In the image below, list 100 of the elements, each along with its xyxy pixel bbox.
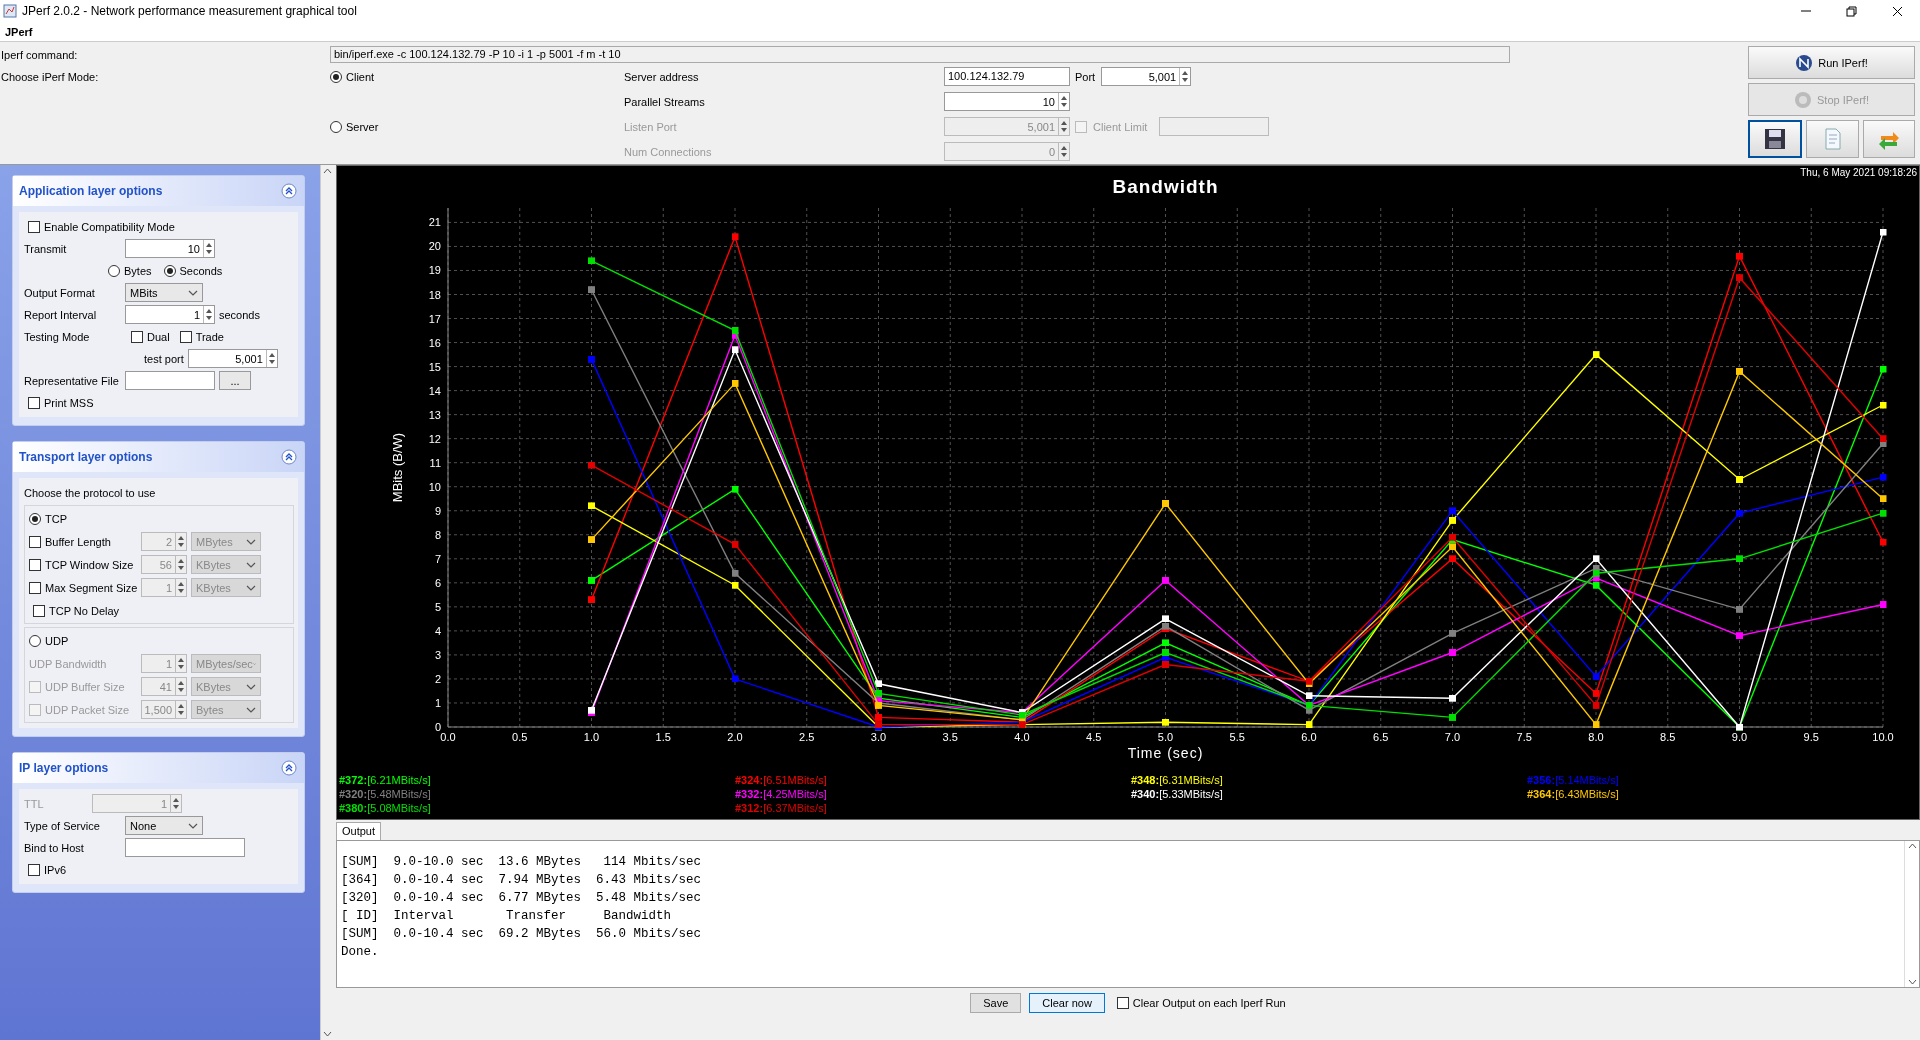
x-tick-label: 3.5 bbox=[942, 731, 958, 743]
radio-label[interactable]: UDP bbox=[45, 634, 69, 647]
checkbox[interactable] bbox=[179, 330, 192, 343]
spinner-field[interactable]: 1 bbox=[125, 305, 215, 324]
dropdown[interactable]: None bbox=[125, 816, 203, 835]
field-label: Max Segment Size bbox=[45, 581, 137, 594]
checkbox[interactable] bbox=[29, 535, 41, 548]
x-tick-label: 2.5 bbox=[799, 731, 815, 743]
checkbox-label[interactable]: Trade bbox=[195, 330, 224, 343]
save-icon bbox=[1763, 127, 1788, 151]
checkbox-label[interactable]: TCP No Delay bbox=[49, 604, 120, 617]
command-field[interactable]: bin/iperf.exe -c 100.124.132.79 -P 10 -i 1 -p 5001 -f m -t 10 bbox=[330, 46, 1510, 63]
output-tab[interactable]: Output bbox=[336, 822, 382, 840]
radio-button[interactable] bbox=[29, 634, 41, 647]
checkbox-label[interactable]: Dual bbox=[147, 330, 170, 343]
y-tick-label: 1 bbox=[434, 696, 441, 709]
checkbox[interactable] bbox=[29, 581, 41, 594]
checkbox[interactable] bbox=[28, 396, 40, 409]
y-tick-label: 12 bbox=[428, 432, 441, 445]
scrollbar[interactable] bbox=[320, 165, 333, 1040]
collapse-icon[interactable] bbox=[281, 183, 297, 199]
file-field[interactable] bbox=[125, 371, 215, 390]
checkbox[interactable] bbox=[28, 220, 40, 233]
field-label: TCP Window Size bbox=[45, 558, 135, 571]
caret-icon bbox=[246, 538, 256, 545]
caret-icon bbox=[246, 584, 256, 591]
scroll-down-icon[interactable] bbox=[1907, 979, 1917, 985]
checkbox[interactable] bbox=[131, 330, 143, 343]
close-icon[interactable] bbox=[1891, 5, 1903, 17]
y-tick-label: 10 bbox=[428, 480, 441, 493]
checkbox[interactable] bbox=[1116, 997, 1129, 1009]
radio-label[interactable]: TCP bbox=[45, 512, 67, 525]
field-label: UDP Buffer Size bbox=[45, 680, 126, 693]
x-tick-label: 9.5 bbox=[1803, 731, 1819, 743]
spinner-field[interactable]: 5,001 bbox=[1101, 67, 1192, 86]
output-button[interactable]: Clear now bbox=[1029, 993, 1105, 1013]
collapse-icon[interactable] bbox=[281, 449, 297, 465]
restore-icon[interactable] bbox=[1845, 5, 1857, 17]
x-tick-label: 2.0 bbox=[727, 731, 743, 743]
dropdown[interactable]: MBits bbox=[125, 283, 203, 302]
caret-icon bbox=[246, 561, 256, 568]
scroll-down-icon[interactable] bbox=[322, 1031, 332, 1037]
radio-button[interactable] bbox=[330, 70, 342, 83]
window-title: JPerf 2.0.2 - Network performance measurement graphical tool bbox=[22, 4, 358, 18]
x-tick-label: 9.0 bbox=[1731, 731, 1748, 743]
radio-button[interactable] bbox=[330, 120, 342, 133]
checkbox-label[interactable]: IPv6 bbox=[44, 863, 66, 876]
text-field[interactable] bbox=[125, 838, 245, 857]
checkbox-label[interactable]: Clear Output on each Iperf Run bbox=[1132, 997, 1286, 1009]
radio-label[interactable]: Client bbox=[346, 70, 375, 83]
caret-icon bbox=[246, 706, 256, 713]
y-tick-label: 20 bbox=[428, 240, 441, 253]
checkbox[interactable] bbox=[33, 604, 45, 617]
spinner-field[interactable]: 10 bbox=[125, 239, 215, 258]
x-tick-label: 7.0 bbox=[1444, 731, 1461, 743]
panel-header[interactable]: Application layer options bbox=[13, 176, 304, 206]
y-tick-label: 6 bbox=[434, 576, 441, 589]
radio-label[interactable]: Seconds bbox=[179, 264, 223, 277]
checkbox[interactable] bbox=[28, 863, 40, 876]
field-label: Listen Port bbox=[624, 120, 678, 133]
refresh-button[interactable] bbox=[1862, 120, 1915, 158]
save-button[interactable] bbox=[1748, 120, 1803, 158]
radio-button[interactable] bbox=[108, 264, 120, 277]
collapse-icon[interactable] bbox=[281, 760, 297, 776]
scroll-up-icon[interactable] bbox=[1907, 843, 1917, 849]
legend-entry: #332:[4.25MBits/s] bbox=[735, 787, 828, 801]
radio-label[interactable]: Server bbox=[346, 120, 379, 133]
checkbox[interactable] bbox=[29, 558, 41, 571]
run-button[interactable]: Run IPerf! bbox=[1748, 46, 1915, 79]
y-tick-label: 17 bbox=[428, 312, 441, 325]
server-address-field[interactable]: 100.124.132.79 bbox=[944, 67, 1070, 86]
legend-entry: #340:[5.33MBits/s] bbox=[1131, 787, 1224, 801]
radio-label[interactable]: Bytes bbox=[124, 264, 152, 277]
legend-entry: #320:[5.48MBits/s] bbox=[339, 787, 432, 801]
y-tick-label: 7 bbox=[434, 552, 441, 565]
field-label: TTL bbox=[24, 797, 45, 810]
y-tick-label: 3 bbox=[434, 648, 441, 661]
field-label: test port bbox=[144, 352, 184, 365]
field-label: Buffer Length bbox=[45, 535, 112, 548]
radio-button[interactable] bbox=[163, 264, 176, 277]
checkbox-label[interactable]: Enable Compatibility Mode bbox=[44, 220, 175, 233]
x-tick-label: 1.5 bbox=[655, 731, 671, 743]
scroll-up-icon[interactable] bbox=[322, 168, 332, 174]
x-tick-label: 4.0 bbox=[1014, 731, 1030, 743]
client-limit-field[interactable] bbox=[1159, 117, 1270, 136]
y-tick-label: 13 bbox=[428, 408, 441, 421]
checkbox-label[interactable]: Print MSS bbox=[44, 396, 94, 409]
x-tick-label: 3.0 bbox=[870, 731, 887, 743]
logo-icon bbox=[1795, 53, 1814, 72]
y-tick-label: 5 bbox=[434, 600, 441, 613]
spinner-field[interactable]: 5,001 bbox=[187, 349, 278, 368]
spinner-field[interactable]: 10 bbox=[944, 92, 1070, 111]
output-button[interactable]: Save bbox=[970, 993, 1022, 1013]
panel-header[interactable]: IP layer options bbox=[13, 753, 304, 783]
x-tick-label: 4.5 bbox=[1086, 731, 1102, 743]
menu-item[interactable]: JPerf bbox=[0, 25, 38, 38]
radio-button[interactable] bbox=[29, 512, 41, 525]
panel-header[interactable]: Transport layer options bbox=[13, 442, 304, 472]
browse-button[interactable]: ... bbox=[219, 371, 251, 390]
scrollbar[interactable] bbox=[1904, 841, 1919, 987]
